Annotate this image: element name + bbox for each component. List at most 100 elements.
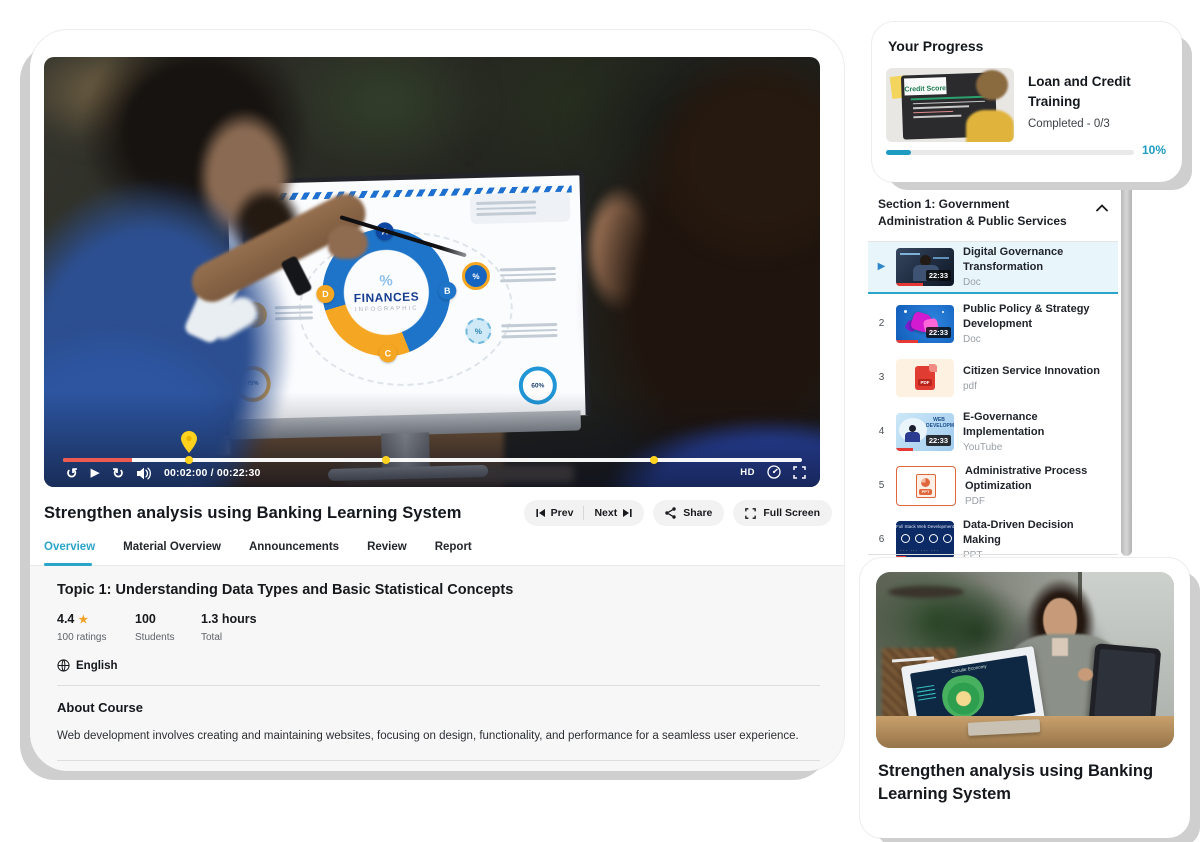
lesson-type: Doc xyxy=(963,277,1110,288)
share-button[interactable]: Share xyxy=(653,500,724,526)
rating-sub: 100 ratings xyxy=(57,632,135,643)
hd-toggle[interactable]: HD xyxy=(740,467,755,478)
tab-announcements[interactable]: Announcements xyxy=(249,541,339,563)
language-label: English xyxy=(76,660,118,672)
center-percent: % xyxy=(379,273,393,288)
tab-overview[interactable]: Overview xyxy=(44,541,95,563)
lesson-number: 4 xyxy=(876,426,887,437)
duration-badge: 22:33 xyxy=(926,435,951,446)
progress-course-thumbnail: Credit Score xyxy=(886,68,1014,142)
prev-button[interactable]: Prev xyxy=(536,507,574,519)
chevron-up-icon[interactable] xyxy=(1096,204,1108,212)
lesson-number: 2 xyxy=(876,318,887,329)
speech-bubble xyxy=(470,192,571,224)
lesson-title: Public Policy & Strategy Development xyxy=(963,302,1110,331)
lesson-type: Doc xyxy=(963,334,1110,345)
course-main-card: ›››› % FINANCES INFOGRAPHIC A B C D xyxy=(30,30,844,771)
lesson-row-3[interactable]: 3 PDF Citizen Service Innovation pdf xyxy=(868,354,1118,402)
seek-bar[interactable] xyxy=(63,458,802,462)
section-list-scrollbar[interactable] xyxy=(1121,150,1132,556)
video-player[interactable]: ›››› % FINANCES INFOGRAPHIC A B C D xyxy=(44,57,820,487)
tablet xyxy=(1089,643,1162,726)
tab-review[interactable]: Review xyxy=(367,541,407,563)
progress-percent-label: 10% xyxy=(1142,143,1166,157)
topic-heading: Topic 1: Understanding Data Types and Ba… xyxy=(57,582,820,598)
lesson-title: Data-Driven Decision Making xyxy=(963,518,1110,547)
tab-bar: Overview Material Overview Announcements… xyxy=(44,541,472,563)
students-sub: Students xyxy=(135,632,201,643)
time-display: 00:02:00 / 00:22:30 xyxy=(164,467,261,479)
fullscreen-button[interactable]: Full Screen xyxy=(733,500,832,526)
fullscreen-icon xyxy=(745,508,756,519)
about-course-body: Web development involves creating and ma… xyxy=(57,728,820,745)
position-pin-icon xyxy=(181,431,197,453)
hours-sub: Total xyxy=(201,632,279,643)
progress-completed-label: Completed - 0/3 xyxy=(1028,118,1110,130)
lesson-row-1[interactable]: ▶ 22:33 Digital Governance Transformatio… xyxy=(868,242,1118,294)
share-icon xyxy=(665,507,676,519)
lesson-number: 5 xyxy=(876,480,887,491)
lesson-row-4[interactable]: 4 WEB DEVELOPMENT 22:33 E-Governance Imp… xyxy=(868,408,1118,456)
credit-score-caption: Credit Score xyxy=(904,85,946,93)
lesson-3-thumbnail: PDF xyxy=(896,359,954,397)
lesson-row-5[interactable]: 5 PPT Administrative Process Optimizatio… xyxy=(868,462,1118,510)
lesson-1-thumbnail: 22:33 xyxy=(896,248,954,286)
duration-badge: 22:33 xyxy=(926,270,951,281)
forward-icon[interactable]: ↻ xyxy=(112,466,124,480)
about-course-heading: About Course xyxy=(57,700,820,715)
globe-icon xyxy=(57,659,70,672)
thumb-caption: Full Stack Web Development xyxy=(896,524,954,529)
active-tab-indicator xyxy=(44,563,92,566)
progress-course-title: Loan and Credit Training xyxy=(1028,72,1168,113)
lesson-row-2[interactable]: 2 22:33 Public Policy & Strategy Develop… xyxy=(868,300,1118,348)
students-value: 100 xyxy=(135,612,201,626)
rewind-icon[interactable]: ↺ xyxy=(66,466,78,480)
your-progress-card: Your Progress Credit Score Loan and Cred… xyxy=(872,22,1182,182)
language-row: English xyxy=(57,659,820,672)
pdf-file-icon: PDF xyxy=(915,366,935,390)
lesson-row-6[interactable]: 6 Full Stack Web Development ··· ··· ···… xyxy=(868,516,1118,564)
play-icon[interactable]: ▶ xyxy=(91,468,99,479)
lesson-title: Digital Governance Transformation xyxy=(963,245,1110,274)
progress-marker[interactable] xyxy=(185,456,193,464)
duration-badge: 22:33 xyxy=(926,327,951,338)
volume-icon[interactable] xyxy=(137,467,151,480)
lesson-number: 3 xyxy=(876,372,887,383)
progress-heading: Your Progress xyxy=(888,38,983,54)
lesson-4-thumbnail: WEB DEVELOPMENT 22:33 xyxy=(896,413,954,451)
player-fullscreen-icon[interactable] xyxy=(793,466,806,479)
course-card-title: Strengthen analysis using Banking Learni… xyxy=(878,760,1166,806)
lesson-2-thumbnail: 22:33 xyxy=(896,305,954,343)
lesson-type: YouTube xyxy=(963,442,1110,453)
thumb-caption: WEB DEVELOPMENT xyxy=(926,417,952,430)
lesson-type: pdf xyxy=(963,381,1100,392)
progress-bar-track xyxy=(886,150,1134,155)
lesson-title: Administrative Process Optimization xyxy=(965,464,1110,493)
infographic-subtitle: INFOGRAPHIC xyxy=(355,305,419,313)
rating-value: 4.4★ xyxy=(57,612,135,626)
page-title: Strengthen analysis using Banking Learni… xyxy=(44,504,462,523)
ppt-file-icon: PPT xyxy=(916,474,936,498)
played-segment xyxy=(63,458,132,462)
lesson-5-thumbnail: PPT xyxy=(896,466,956,506)
lesson-type: PDF xyxy=(965,496,1110,507)
tab-material-overview[interactable]: Material Overview xyxy=(123,541,221,563)
star-icon: ★ xyxy=(78,614,88,626)
lesson-number: 6 xyxy=(876,534,887,545)
progress-marker[interactable] xyxy=(650,456,658,464)
tab-report[interactable]: Report xyxy=(435,541,472,563)
course-preview-image: Circular Economy xyxy=(876,572,1174,748)
progress-fill xyxy=(886,150,911,155)
lesson-title: E-Governance Implementation xyxy=(963,410,1110,439)
playback-speed-icon[interactable] xyxy=(767,465,781,479)
prev-next-control: Prev Next xyxy=(524,500,645,526)
overview-panel: Topic 1: Understanding Data Types and Ba… xyxy=(30,566,844,771)
next-button[interactable]: Next xyxy=(594,507,632,519)
section-title: Section 1: Government Administration & P… xyxy=(878,196,1084,231)
hours-value: 1.3 hours xyxy=(201,612,279,626)
course-preview-card[interactable]: Circular Economy Strengthen analysis usi… xyxy=(860,558,1190,838)
course-stats: 4.4★ 100 ratings 100 Students 1.3 hours … xyxy=(57,612,820,643)
progress-marker[interactable] xyxy=(382,456,390,464)
lesson-title: Citizen Service Innovation xyxy=(963,364,1100,378)
infographic-title: FINANCES xyxy=(354,289,420,305)
